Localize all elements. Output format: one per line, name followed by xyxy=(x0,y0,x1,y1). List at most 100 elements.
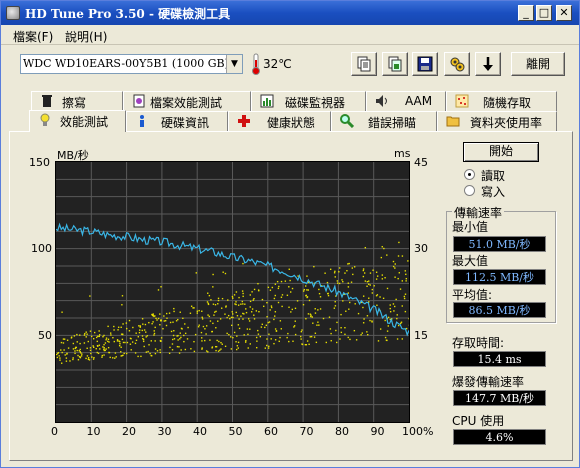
menu-file[interactable]: 檔案(F) xyxy=(13,28,53,45)
access-time-point xyxy=(270,306,273,309)
title-bar[interactable]: HD Tune Pro 3.50 - 硬碟檢測工具 _ □ ✕ xyxy=(1,1,579,25)
access-time-point xyxy=(345,310,347,312)
access-time-point xyxy=(103,347,105,349)
access-time-point xyxy=(384,319,386,322)
access-time-point xyxy=(109,356,111,359)
access-time-point xyxy=(330,340,332,342)
menu-bar: 檔案(F) 說明(H) xyxy=(1,25,579,45)
access-time-point xyxy=(145,331,147,333)
write-radio[interactable] xyxy=(464,185,475,196)
access-time-point xyxy=(394,267,396,269)
access-time-point xyxy=(197,326,200,328)
tab-disk-monitor[interactable]: 磁碟監視器 xyxy=(251,91,366,111)
access-time-point xyxy=(173,329,175,332)
access-time-point xyxy=(85,336,87,338)
access-time-point xyxy=(244,303,246,305)
access-time-point xyxy=(291,287,294,290)
access-time-point xyxy=(92,338,95,340)
access-time-point xyxy=(212,303,215,305)
access-time-point xyxy=(205,325,208,327)
close-button[interactable]: ✕ xyxy=(556,5,572,21)
trash-icon xyxy=(42,95,52,107)
access-time-point xyxy=(362,322,365,324)
access-time-point xyxy=(78,356,81,358)
access-time-point xyxy=(98,334,101,336)
search-icon xyxy=(340,114,354,128)
access-time-point xyxy=(401,305,403,307)
access-time-point xyxy=(227,314,230,317)
access-time-point xyxy=(139,326,141,328)
download-button[interactable] xyxy=(475,52,501,76)
access-time-point xyxy=(362,268,365,270)
tab-label: 擦寫 xyxy=(62,96,87,110)
tab-file-benchmark[interactable]: 檔案效能測試 xyxy=(123,91,251,111)
exit-button[interactable]: 離開 xyxy=(511,52,565,76)
access-time-point xyxy=(90,335,93,338)
access-time-point xyxy=(339,338,341,340)
chevron-down-icon[interactable]: ▼ xyxy=(226,55,242,73)
tab-folder-usage[interactable]: 資料夾使用率 xyxy=(437,111,557,131)
x-tick-label: 70 xyxy=(299,425,314,438)
access-time-point xyxy=(394,305,396,308)
minimize-button[interactable]: _ xyxy=(518,5,534,21)
temperature-value: 32℃ xyxy=(263,57,292,71)
access-time-point xyxy=(273,342,275,345)
access-time-point xyxy=(67,347,70,349)
access-time-point xyxy=(141,335,144,337)
access-time-point xyxy=(83,342,86,344)
access-time-point xyxy=(363,318,365,320)
access-time-point xyxy=(215,327,217,329)
tab-error-scan[interactable]: 錯誤掃瞄 xyxy=(331,111,437,131)
access-time-point xyxy=(89,349,92,352)
access-time-point xyxy=(153,330,155,332)
access-time-point xyxy=(89,330,92,332)
benchmark-chart xyxy=(55,161,410,423)
menu-help[interactable]: 說明(H) xyxy=(65,28,107,45)
avg-value: 86.5 MB/秒 xyxy=(453,302,546,318)
start-button[interactable]: 開始 xyxy=(463,142,539,162)
access-time-point xyxy=(279,336,281,339)
drive-select[interactable]: WDC WD10EARS-00Y5B1 (1000 GB) ▼ xyxy=(20,54,243,74)
access-time-point xyxy=(348,308,350,310)
access-time-point xyxy=(361,332,363,334)
tab-health[interactable]: 健康狀態 xyxy=(228,111,331,131)
copy-image-button[interactable] xyxy=(382,52,408,76)
tab-erase[interactable]: 擦寫 xyxy=(31,91,123,111)
copy-text-button[interactable] xyxy=(351,52,377,76)
tab-random-access[interactable]: 隨機存取 xyxy=(446,91,557,111)
access-time-point xyxy=(113,329,115,331)
access-time-point xyxy=(107,325,109,328)
tab-label: 磁碟監視器 xyxy=(285,96,346,110)
tab-benchmark[interactable]: 效能測試 xyxy=(29,110,126,132)
read-radio[interactable] xyxy=(464,169,475,180)
access-time-point xyxy=(172,338,174,341)
access-time-point xyxy=(278,340,280,343)
access-time-point xyxy=(142,338,145,341)
burst-rate-label: 爆發傳輸速率 xyxy=(452,375,525,389)
access-time-point xyxy=(79,334,81,336)
access-time-point xyxy=(300,338,302,340)
tab-disk-info[interactable]: 硬碟資訊 xyxy=(126,111,228,131)
tab-aam[interactable]: AAM xyxy=(366,91,446,111)
options-button[interactable] xyxy=(444,52,470,76)
access-time-point xyxy=(292,340,294,342)
access-time-point xyxy=(353,329,356,332)
access-time-point xyxy=(105,339,107,341)
options-icon xyxy=(450,57,465,72)
maximize-button[interactable]: □ xyxy=(536,5,552,21)
access-time-point xyxy=(253,288,256,291)
access-time-point xyxy=(150,354,152,357)
access-time-value: 15.4 ms xyxy=(453,351,546,367)
access-time-point xyxy=(392,260,395,263)
access-time-point xyxy=(288,340,290,343)
access-time-point xyxy=(73,335,76,337)
access-time-point xyxy=(214,311,216,313)
access-time-point xyxy=(288,286,290,288)
access-time-point xyxy=(238,318,240,320)
access-time-point xyxy=(238,327,241,330)
file-benchmark-icon xyxy=(133,94,145,108)
access-time-point xyxy=(274,339,277,341)
access-time-point xyxy=(405,273,407,276)
save-button[interactable] xyxy=(412,52,438,76)
access-time-point xyxy=(154,315,156,317)
